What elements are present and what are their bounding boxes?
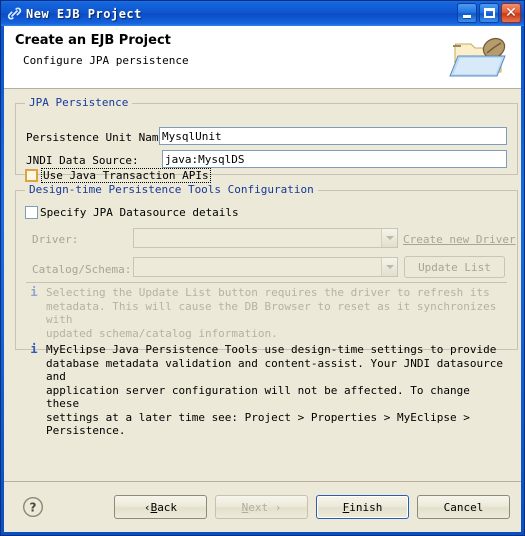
dialog-client-area: Create an EJB Project Configure JPA pers… [4,26,521,532]
catalog-schema-label: Catalog/Schema: [32,263,132,276]
back-button-mnemonic: B [150,500,158,514]
maximize-icon [483,8,495,18]
group-jpa-persistence-title: JPA Persistence [25,96,133,109]
dialog-window: New EJB Project ✕ Create an EJB Project … [0,0,525,536]
next-button-rest: ext › [248,500,282,514]
use-jta-checkbox[interactable]: Use Java Transaction APIs [25,168,211,183]
window-title: New EJB Project [26,6,142,21]
wizard-footer: ? ‹ Back Next › Finish Cancel [4,481,521,532]
chevron-down-icon[interactable] [381,229,397,247]
wizard-body: JPA Persistence Persistence Unit Name: J… [4,89,521,481]
close-icon: ✕ [505,5,517,21]
page-title: Create an EJB Project [15,33,171,48]
persistence-tools-note-text: MyEclipse Java Persistence Tools use des… [46,343,503,437]
link-icon [6,6,22,22]
specify-jpa-datasource-checkbox[interactable]: Specify JPA Datasource details [25,206,239,219]
back-button[interactable]: ‹ Back [114,495,207,519]
checkbox-box-icon [25,206,38,219]
title-bar[interactable]: New EJB Project ✕ [1,1,524,26]
finish-button-rest: inish [349,500,383,514]
persistence-unit-name-label: Persistence Unit Name: [26,131,172,144]
update-list-button[interactable]: Update List [404,256,505,278]
back-button-rest: ack [157,500,178,514]
finish-button[interactable]: Finish [316,495,409,519]
persistence-unit-name-input[interactable] [159,127,507,145]
update-list-note: i Selecting the Update List button requi… [29,286,507,340]
info-icon: i [30,285,38,299]
maximize-button[interactable] [479,3,499,23]
catalog-schema-value [134,258,381,276]
driver-combobox[interactable] [133,228,398,248]
chevron-down-icon[interactable] [381,258,397,276]
cancel-button[interactable]: Cancel [417,495,510,519]
driver-value [134,229,381,247]
help-button[interactable]: ? [22,496,44,518]
jndi-data-source-input[interactable] [162,150,507,168]
group-separator [26,282,507,283]
cancel-button-rest: Cancel [443,500,484,514]
use-jta-label: Use Java Transaction APIs [41,168,211,183]
java-folder-icon [449,32,511,84]
jndi-data-source-label: JNDI Data Source: [26,154,139,167]
wizard-button-row: ‹ Back Next › Finish Cancel [114,495,510,519]
next-button-mnemonic: N [241,500,249,514]
info-icon: i [30,342,38,356]
catalog-schema-combobox[interactable] [133,257,398,277]
next-button[interactable]: Next › [215,495,308,519]
window-controls: ✕ [457,3,521,23]
finish-button-mnemonic: F [342,500,350,514]
update-list-note-text: Selecting the Update List button require… [46,286,497,340]
group-design-time-tools-title: Design-time Persistence Tools Configurat… [25,183,318,196]
back-button-prefix: ‹ [143,500,151,514]
minimize-icon [463,15,471,18]
svg-text:?: ? [30,501,37,515]
checkbox-box-icon [25,169,38,182]
create-new-driver-link[interactable]: Create new Driver [403,233,516,246]
wizard-header: Create an EJB Project Configure JPA pers… [4,26,521,89]
driver-label: Driver: [32,233,79,246]
close-button[interactable]: ✕ [501,3,521,23]
minimize-button[interactable] [457,3,477,23]
specify-jpa-datasource-label: Specify JPA Datasource details [40,206,239,219]
page-subtitle: Configure JPA persistence [23,54,189,67]
persistence-tools-note: i MyEclipse Java Persistence Tools use d… [29,343,507,438]
